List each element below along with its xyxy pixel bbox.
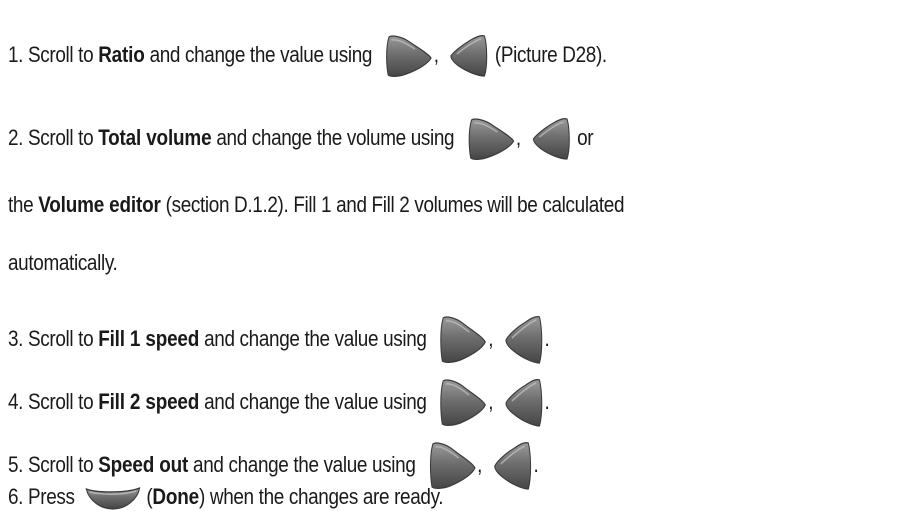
right-arrow-button-icon [384, 34, 434, 78]
step-keyword-speed-out: Speed out [98, 451, 189, 477]
step-number: 1. [8, 41, 24, 67]
separator-comma: , [433, 41, 439, 67]
step-2-continuation: the Volume editor (section D.1.2). Fill … [8, 192, 624, 218]
step-number: 4. [8, 388, 24, 414]
step-text: Scroll to [28, 388, 94, 414]
step-number: 3. [8, 325, 24, 351]
step-text: (section D.1.2). Fill 1 and Fill 2 volum… [165, 192, 625, 217]
left-arrow-button-icon [449, 34, 490, 78]
left-arrow-button-icon [531, 117, 572, 161]
step-keyword-total-volume: Total volume [98, 124, 212, 150]
separator-comma: , [488, 325, 494, 351]
separator-comma: , [488, 388, 494, 414]
done-button-icon [85, 485, 142, 511]
step-end-period: . [533, 451, 539, 477]
separator-comma: , [477, 451, 483, 477]
step-2: 2. Scroll to Total volume and change the… [8, 117, 594, 161]
right-arrow-button-icon [438, 315, 488, 365]
step-text: and change the value using [204, 388, 427, 414]
left-arrow-button-icon [503, 378, 544, 428]
step-end-period: . [544, 388, 550, 414]
step-keyword-ratio: Ratio [98, 41, 145, 67]
step-text-or: or [577, 124, 594, 150]
left-arrow-button-icon [492, 441, 533, 491]
step-end-period: . [544, 325, 550, 351]
step-text: Press [28, 484, 75, 509]
picture-reference: (Picture D28). [494, 41, 607, 67]
step-2-continuation-end: automatically. [8, 250, 118, 276]
step-text: ) when the changes are ready. [199, 484, 444, 509]
step-text: and change the value using [149, 41, 373, 67]
step-keyword-fill-2-speed: Fill 2 speed [98, 388, 200, 414]
step-text: and change the value using [204, 325, 427, 351]
step-keyword-volume-editor: Volume editor [38, 192, 161, 217]
step-text: Scroll to [28, 451, 94, 477]
right-arrow-button-icon [466, 117, 516, 161]
left-arrow-button-icon [503, 315, 544, 365]
step-6: 6. Press (Done) when the changes are rea… [8, 484, 444, 511]
step-text: Scroll to [28, 325, 94, 351]
step-keyword-done: Done [152, 484, 200, 509]
step-text: automatically. [8, 250, 118, 275]
step-3: 3. Scroll to Fill 1 speed and change the… [8, 315, 550, 365]
step-text: and change the value using [193, 451, 416, 477]
right-arrow-button-icon [438, 378, 488, 428]
step-number: 2. [8, 124, 24, 150]
step-4: 4. Scroll to Fill 2 speed and change the… [8, 378, 550, 428]
step-1: 1. Scroll to Ratio and change the value … [8, 34, 607, 78]
step-number: 6. [8, 484, 24, 509]
step-text: and change the volume using [216, 124, 455, 150]
step-keyword-fill-1-speed: Fill 1 speed [98, 325, 200, 351]
step-text: Scroll to [28, 124, 94, 150]
separator-comma: , [515, 124, 521, 150]
instruction-page: 1. Scroll to Ratio and change the value … [0, 0, 906, 510]
step-text: the [8, 192, 34, 217]
step-text: Scroll to [28, 41, 94, 67]
step-number: 5. [8, 451, 24, 477]
